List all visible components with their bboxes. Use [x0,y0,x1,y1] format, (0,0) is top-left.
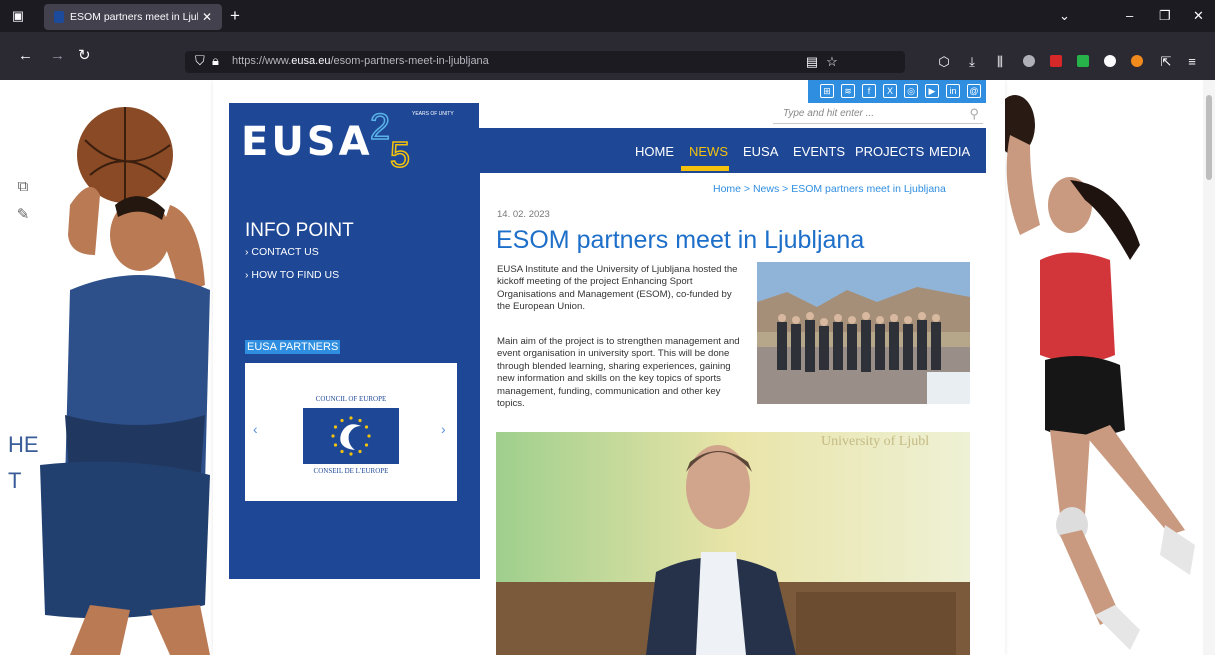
video-brand-text: University of Ljubl [821,434,930,449]
lock-icon[interactable]: 🔒︎ [212,53,219,69]
shield-icon[interactable]: ⛉ [195,53,205,69]
download-icon[interactable]: ⤓ [964,54,980,70]
extensions-icon[interactable]: ⇱ [1158,54,1174,70]
youtube-icon[interactable]: ▶ [925,84,939,98]
nav-media[interactable]: MEDIA [929,144,970,160]
post-paragraph-1: EUSA Institute and the University of Lju… [497,264,738,313]
tab-esom[interactable]: ESOM partners meet in Ljubljana ✕ [44,4,222,30]
bookmark-star-icon[interactable]: ☆ [824,54,840,70]
nav-projects[interactable]: PROJECTS [855,144,924,160]
restore-icon[interactable]: ❐ [1159,6,1171,26]
linkedin-icon[interactable]: in [946,84,960,98]
nav-eusa[interactable]: EUSA [743,144,778,160]
logo-badge: YEARS OF UNITY [412,111,454,117]
logo-text: EUSA [241,119,373,165]
breadcrumb[interactable]: Home > News > ESOM partners meet in Ljub… [713,183,946,195]
account-icon[interactable] [1023,55,1035,67]
tab-title: ESOM partners meet in Ljubljana [70,11,198,23]
pencil-icon[interactable]: ✎ [14,206,32,224]
pocket-icon[interactable]: ⬡ [936,54,952,70]
post-date: 14. 02. 2023 [497,209,550,220]
nav-home[interactable]: HOME [635,144,674,160]
nav-active-indicator [681,166,729,171]
partner-carousel: ‹ COUNCIL OF EUROPE CONSEIL DE L'EUROPE … [245,363,457,501]
extension-orange-icon[interactable] [1131,55,1143,67]
rss-icon[interactable]: ≋ [841,84,855,98]
carousel-prev-icon[interactable]: ‹ [253,421,258,437]
reader-icon[interactable]: ▤ [804,54,820,70]
extension-green-icon[interactable] [1077,55,1089,67]
tab-list-icon[interactable]: ▣ [10,8,26,24]
extension-red-icon[interactable] [1050,55,1062,67]
minimize-icon[interactable]: – [1126,6,1133,26]
facebook-icon[interactable]: f [862,84,876,98]
partner-name-fr: CONSEIL DE L'EUROPE [313,467,389,475]
site-container: ⊞ ≋ f X ◎ ▶ in @ EUSA 2 5 YEARS OF UNITY… [213,80,1005,655]
video-player[interactable]: University of Ljubl [496,432,970,655]
tab-close-icon[interactable]: ✕ [202,9,212,25]
partners-label: EUSA PARTNERS [245,340,341,354]
partner-name-en: COUNCIL OF EUROPE [315,395,387,403]
nav-news[interactable]: NEWS [689,144,728,160]
threads-icon[interactable]: @ [967,84,981,98]
post-paragraph-2: Main aim of the project is to strengthen… [497,336,740,410]
instagram-icon[interactable]: ◎ [904,84,918,98]
side-text-t: T [8,468,22,493]
back-icon[interactable]: ← [18,47,33,65]
group-photo[interactable] [757,262,970,404]
page-viewport: HE T ⧉ ✎ ⊞ ≋ f X ◎ ▶ in @ EUSA 2 5 YEARS… [0,80,1215,655]
contact-us-link[interactable]: › CONTACT US [245,246,319,258]
search-box: ⚲ [773,106,983,124]
svg-text:2: 2 [370,106,390,147]
close-window-icon[interactable]: ✕ [1193,6,1204,26]
volleyball-player-image [995,95,1195,650]
open-external-icon[interactable]: ⧉ [14,178,32,196]
council-of-europe-logo[interactable] [303,408,399,464]
extension-white-icon[interactable] [1104,55,1116,67]
search-input[interactable] [783,108,953,119]
sitemap-icon[interactable]: ⊞ [820,84,834,98]
forward-icon[interactable]: → [50,47,65,65]
carousel-next-icon[interactable]: › [441,421,446,437]
x-icon[interactable]: X [883,84,897,98]
nav-events[interactable]: EVENTS [793,144,845,160]
video-frame [496,432,970,655]
search-icon[interactable]: ⚲ [969,106,979,122]
favicon-icon [54,11,64,23]
new-tab-button[interactable]: + [230,6,240,26]
page-title: ESOM partners meet in Ljubljana [496,226,865,254]
url-text[interactable]: https://www.eusa.eu/esom-partners-meet-i… [232,55,489,67]
tab-overflow-icon[interactable]: ⌄ [1059,6,1070,26]
social-bar: ⊞ ≋ f X ◎ ▶ in @ [808,80,986,103]
basketball-player-image [40,107,210,655]
side-text-he: HE [8,432,39,457]
menu-icon[interactable]: ≡ [1184,54,1200,70]
svg-text:5: 5 [390,134,410,171]
scrollbar-thumb[interactable] [1206,95,1212,180]
info-point-title: INFO POINT [245,220,354,241]
library-icon[interactable]: ⫼ [992,54,1008,70]
reload-icon[interactable]: ↻ [78,47,91,65]
eusa-logo[interactable]: EUSA 2 5 YEARS OF UNITY [229,103,479,173]
how-to-find-us-link[interactable]: › HOW TO FIND US [245,269,339,281]
